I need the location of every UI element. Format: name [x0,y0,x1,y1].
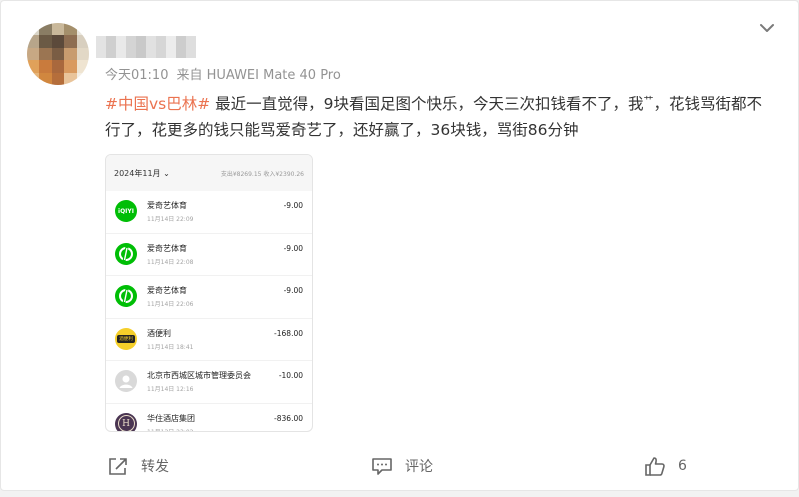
merchant-name: 北京市西城区城市管理委员会 [147,371,251,380]
action-bar: 转发 评论 6 [1,456,798,478]
default-user-icon [115,370,137,392]
comment-button[interactable]: 评论 [371,456,433,476]
post-source: 来自 HUAWEI Mate 40 Pro [176,68,341,83]
huazhu-logo: H [115,412,137,431]
weibo-post-card: 今天01:10 来自 HUAWEI Mate 40 Pro #中国vs巴林# 最近… [0,0,799,491]
post-time[interactable]: 今天01:10 [105,68,168,83]
transaction-row: 北京市西城区城市管理委员会 11月14日 12:16 -10.00 [106,361,312,404]
merchant-name: 爱奇艺体育 [147,201,187,210]
transaction-time: 11月14日 22:09 [147,216,194,223]
transaction-amount: -10.00 [278,371,303,380]
transaction-time: 11月14日 22:08 [147,258,194,266]
transaction-row: 爱奇艺体育 11月14日 22:08 -9.00 [106,234,312,276]
transaction-row: 酒便利 酒便利 11月14日 18:41 -168.00 [106,319,312,361]
hashtag-link[interactable]: #中国vs巴林# [105,95,210,113]
transaction-row: 爱奇艺体育 11月14日 22:06 -9.00 [106,276,312,319]
transaction-row: iQIYI 爱奇艺体育 11月14日 22:09 -9.00 [106,191,312,234]
merchant-name: 爱奇艺体育 [147,243,187,253]
comment-icon [371,456,393,476]
like-count: 6 [678,458,687,474]
like-button[interactable]: 6 [644,456,687,476]
like-icon [644,456,666,476]
attached-image[interactable]: 2024年11月 ⌄ 支出¥8269.15 收入¥2390.26 iQIYI 爱奇… [105,154,313,432]
transaction-row: H 华住酒店集团 11月13日 23:02 -836.00 [106,404,312,432]
post-text: #中国vs巴林# 最近一直觉得，9块看国足图个快乐，今天三次扣钱看不了，我艹，花… [105,89,775,143]
post-body-sup: 艹 [643,96,654,107]
transaction-time: 11月14日 22:06 [147,301,194,308]
transaction-time: 11月14日 12:16 [147,386,194,393]
transaction-amount: -9.00 [283,243,303,253]
jiubianli-logo: 酒便利 [115,327,137,350]
transaction-time: 11月13日 23:02 [147,428,194,432]
repost-icon [107,456,129,476]
merchant-name: 华住酒店集团 [147,413,195,423]
transaction-amount: -836.00 [274,413,303,423]
bill-header: 2024年11月 ⌄ 支出¥8269.15 收入¥2390.26 [106,155,312,191]
repost-button[interactable]: 转发 [107,456,169,476]
iqiyi-sports-logo [115,242,137,265]
merchant-name: 爱奇艺体育 [147,286,187,295]
iqiyi-sports-logo [115,285,137,307]
transaction-amount: -168.00 [274,328,303,338]
avatar[interactable] [27,23,89,85]
transaction-amount: -9.00 [283,286,303,295]
bill-month: 2024年11月 ⌄ [114,168,170,178]
iqiyi-logo: iQIYI [115,200,137,222]
repost-label: 转发 [141,459,169,475]
post-body-1: 最近一直觉得，9块看国足图个快乐，今天三次扣钱看不了，我 [210,95,644,113]
bill-summary: 支出¥8269.15 收入¥2390.26 [220,170,304,178]
transaction-time: 11月14日 18:41 [147,343,194,351]
transaction-list: iQIYI 爱奇艺体育 11月14日 22:09 -9.00 爱奇艺体育 11月14日 2… [106,191,312,432]
post-meta: 今天01:10 来自 HUAWEI Mate 40 Pro [105,64,341,83]
transaction-amount: -9.00 [283,201,303,210]
comment-label: 评论 [405,459,433,475]
merchant-name: 酒便利 [147,328,171,338]
username-blurred[interactable] [96,36,196,58]
chevron-down-icon[interactable] [757,18,777,38]
